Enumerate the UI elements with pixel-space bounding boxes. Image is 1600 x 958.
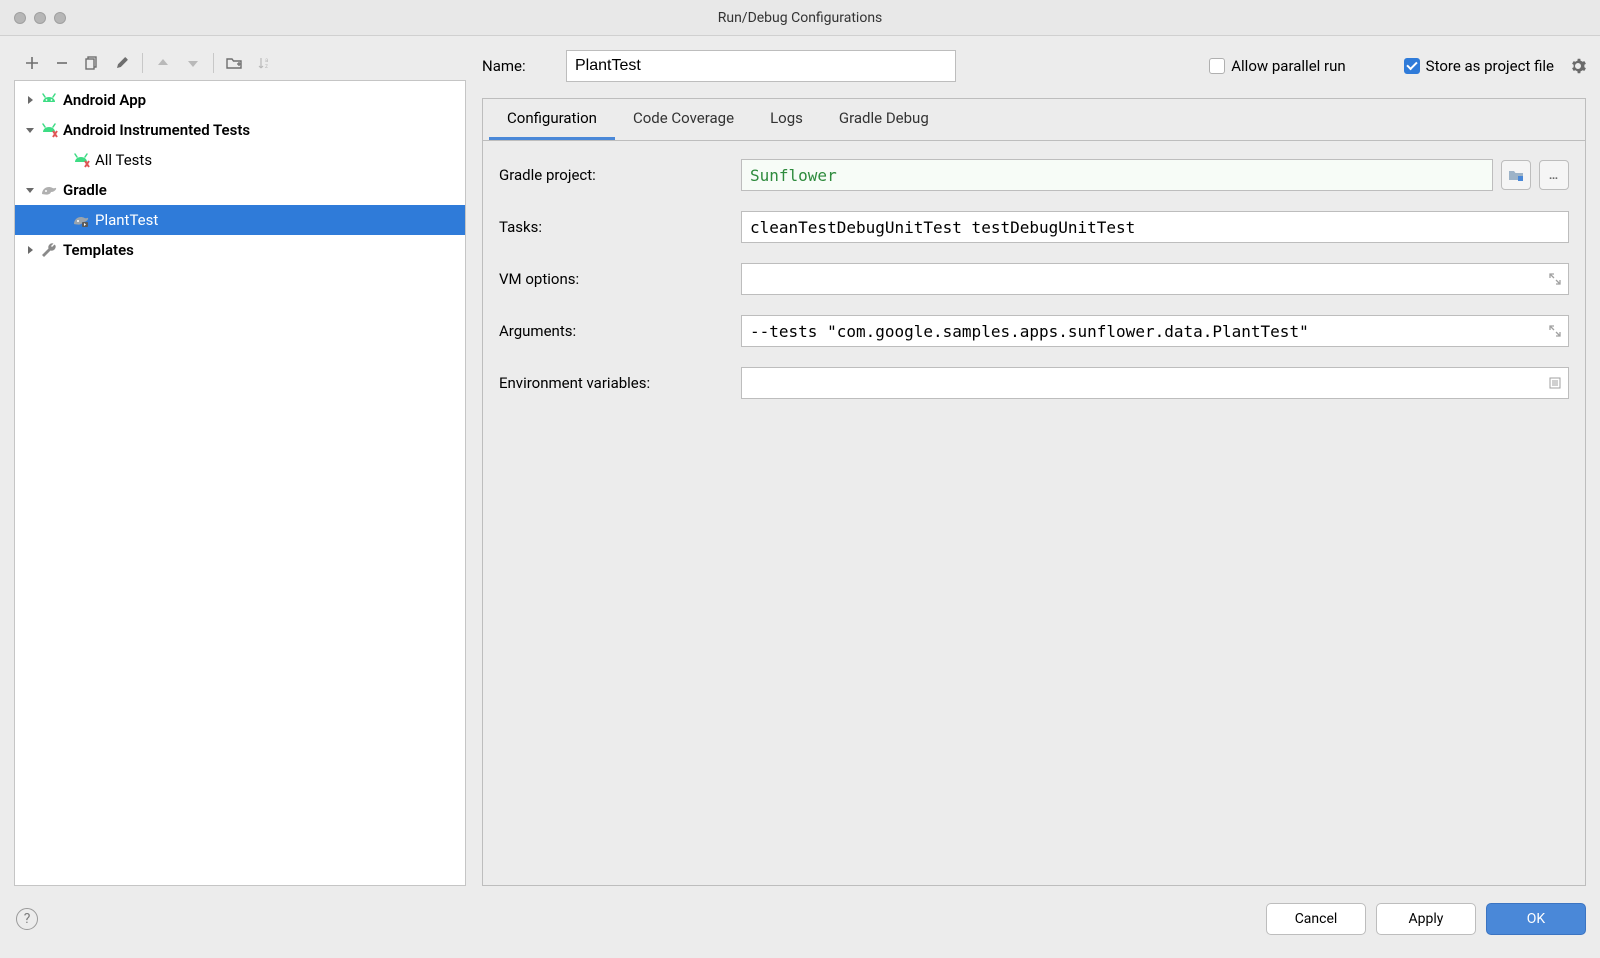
- move-up-button[interactable]: [151, 51, 175, 75]
- tab-logs[interactable]: Logs: [752, 98, 821, 140]
- arguments-input[interactable]: [741, 315, 1569, 347]
- tree-item-android-app[interactable]: Android App: [15, 85, 465, 115]
- wrench-icon: [39, 240, 59, 260]
- store-as-project-file-checkbox[interactable]: Store as project file: [1404, 57, 1554, 75]
- tree-item-label: Android Instrumented Tests: [63, 121, 250, 139]
- window-title: Run/Debug Configurations: [0, 10, 1600, 26]
- vm-options-label: VM options:: [499, 270, 733, 288]
- env-variables-label: Environment variables:: [499, 374, 733, 392]
- toolbar-separator: [213, 53, 214, 73]
- store-options-button[interactable]: [1570, 58, 1586, 74]
- expand-icon[interactable]: [1547, 323, 1563, 339]
- configurations-toolbar: az: [14, 46, 466, 80]
- tasks-input[interactable]: [741, 211, 1569, 243]
- android-test-icon: [71, 150, 91, 170]
- gradle-project-input[interactable]: [741, 159, 1493, 191]
- chevron-right-icon[interactable]: [21, 241, 39, 259]
- arguments-label: Arguments:: [499, 322, 733, 340]
- ok-button[interactable]: OK: [1486, 903, 1586, 935]
- vm-options-input[interactable]: [741, 263, 1569, 295]
- tree-item-label: PlantTest: [95, 211, 158, 229]
- store-as-project-file-label: Store as project file: [1426, 57, 1554, 75]
- android-test-icon: [39, 120, 59, 140]
- add-configuration-button[interactable]: [20, 51, 44, 75]
- checkbox-icon: [1404, 58, 1420, 74]
- tree-item-label: All Tests: [95, 151, 152, 169]
- configuration-editor: Name: Allow parallel run Store as projec…: [482, 46, 1586, 886]
- name-label: Name:: [482, 57, 552, 75]
- chevron-right-icon[interactable]: [21, 91, 39, 109]
- tree-item-label: Android App: [63, 91, 146, 109]
- tree-item-all-tests[interactable]: All Tests: [15, 145, 465, 175]
- tree-item-templates[interactable]: Templates: [15, 235, 465, 265]
- tree-item-android-instrumented-tests[interactable]: Android Instrumented Tests: [15, 115, 465, 145]
- ellipsis-icon: …: [1549, 168, 1559, 183]
- sort-button[interactable]: az: [252, 51, 276, 75]
- allow-parallel-label: Allow parallel run: [1231, 57, 1345, 75]
- apply-button[interactable]: Apply: [1376, 903, 1476, 935]
- titlebar: Run/Debug Configurations: [0, 0, 1600, 36]
- list-icon[interactable]: [1547, 375, 1563, 391]
- allow-parallel-checkbox[interactable]: Allow parallel run: [1209, 57, 1345, 75]
- browse-project-button[interactable]: …: [1539, 160, 1569, 190]
- chevron-down-icon[interactable]: [21, 121, 39, 139]
- gradle-project-label: Gradle project:: [499, 166, 733, 184]
- tree-item-planttest[interactable]: PlantTest: [15, 205, 465, 235]
- gradle-icon: [71, 210, 91, 230]
- move-down-button[interactable]: [181, 51, 205, 75]
- tree-item-label: Templates: [63, 241, 134, 259]
- edit-templates-button[interactable]: [110, 51, 134, 75]
- name-input[interactable]: [566, 50, 956, 82]
- registered-projects-button[interactable]: [1501, 160, 1531, 190]
- tree-item-label: Gradle: [63, 181, 107, 199]
- checkbox-icon: [1209, 58, 1225, 74]
- android-icon: [39, 90, 59, 110]
- copy-configuration-button[interactable]: [80, 51, 104, 75]
- configuration-tabs: Configuration Code Coverage Logs Gradle …: [482, 98, 1586, 886]
- expand-icon[interactable]: [1547, 271, 1563, 287]
- svg-text:z: z: [265, 63, 268, 70]
- tree-item-gradle[interactable]: Gradle: [15, 175, 465, 205]
- help-button[interactable]: ?: [16, 908, 38, 930]
- env-variables-input[interactable]: [741, 367, 1569, 399]
- configurations-panel: az Android App: [14, 46, 466, 886]
- tab-code-coverage[interactable]: Code Coverage: [615, 98, 752, 140]
- toolbar-separator: [142, 53, 143, 73]
- chevron-down-icon[interactable]: [21, 181, 39, 199]
- dialog-footer: ? Cancel Apply OK: [14, 896, 1586, 942]
- cancel-button[interactable]: Cancel: [1266, 903, 1366, 935]
- tab-gradle-debug[interactable]: Gradle Debug: [821, 98, 947, 140]
- configurations-tree[interactable]: Android App Android Instrumented Tests: [14, 80, 466, 886]
- tab-configuration[interactable]: Configuration: [489, 98, 615, 140]
- remove-configuration-button[interactable]: [50, 51, 74, 75]
- folder-button[interactable]: [222, 51, 246, 75]
- gradle-icon: [39, 180, 59, 200]
- tasks-label: Tasks:: [499, 218, 733, 236]
